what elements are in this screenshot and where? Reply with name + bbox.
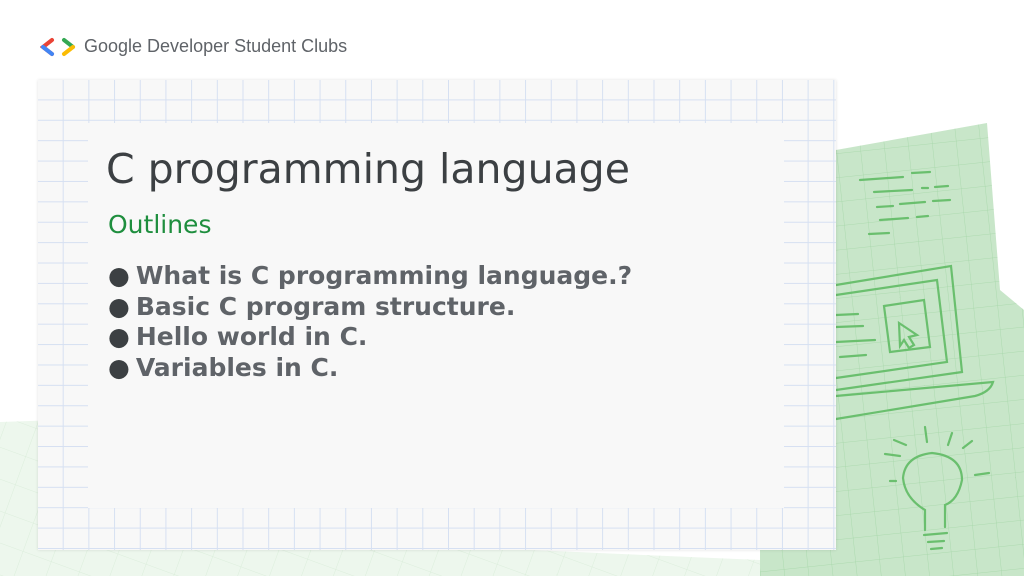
bullet-icon: ● bbox=[108, 353, 130, 383]
logo-text: Google Developer Student Clubs bbox=[84, 36, 348, 56]
list-item: ● Variables in C. bbox=[108, 353, 632, 384]
list-item: ● What is C programming language.? bbox=[108, 261, 632, 292]
gdsc-logo: Google Developer Student Clubs bbox=[40, 36, 347, 57]
gdsc-brackets-icon bbox=[40, 37, 75, 56]
list-item-text: Variables in C. bbox=[135, 353, 339, 383]
bullet-icon: ● bbox=[108, 322, 130, 352]
bullet-icon: ● bbox=[108, 261, 130, 290]
slide-title: C programming language bbox=[106, 145, 630, 193]
slide-subtitle: Outlines bbox=[108, 210, 212, 239]
outline-list: ● What is C programming language.? ● Basic… bbox=[108, 261, 632, 384]
list-item-text: Basic C program structure. bbox=[135, 291, 516, 321]
list-item: ● Basic C program structure. bbox=[108, 292, 632, 323]
list-item-text: Hello world in C. bbox=[135, 322, 368, 352]
bullet-icon: ● bbox=[108, 291, 130, 321]
list-item: ● Hello world in C. bbox=[108, 322, 632, 353]
list-item-text: What is C programming language.? bbox=[135, 261, 633, 290]
